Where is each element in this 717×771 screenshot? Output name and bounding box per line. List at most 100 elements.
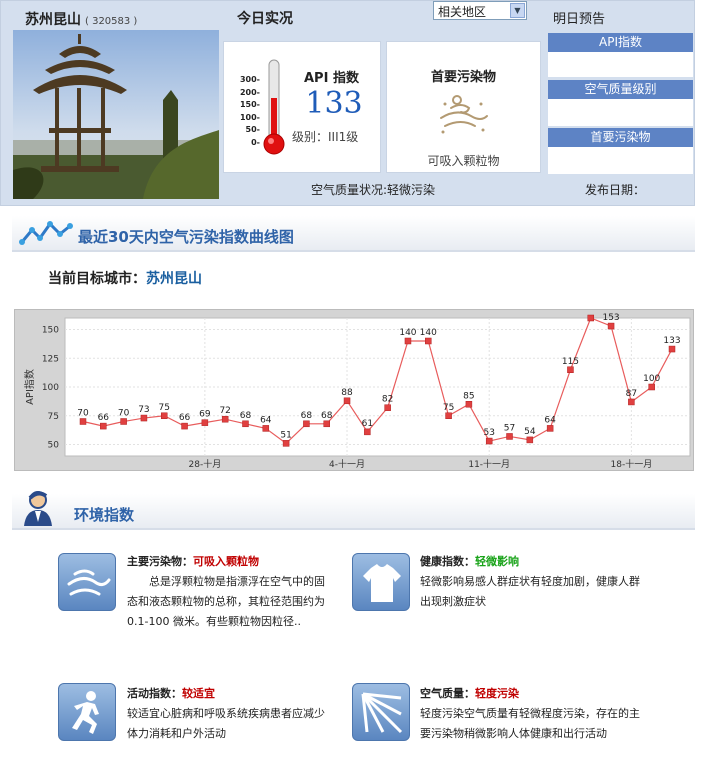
api-line-chart: 50 75 100 125 150 28-十月 4-十一月 11-十一月 18-十一月 API… bbox=[23, 313, 691, 470]
data-label: 68 bbox=[240, 411, 252, 421]
data-point bbox=[404, 337, 412, 345]
y-tick-label: 100 bbox=[42, 383, 59, 393]
data-point bbox=[485, 437, 493, 445]
data-label: 85 bbox=[463, 391, 474, 401]
env-label: 空气质量： bbox=[420, 687, 475, 700]
env-section-title: 环境指数 bbox=[74, 506, 135, 524]
data-point bbox=[445, 412, 452, 419]
env-desc: 较适宜心脏病和呼吸系统疾病患者应减少体力消耗和户外活动 bbox=[127, 707, 325, 740]
data-label: 73 bbox=[138, 405, 149, 415]
tomorrow-api-box: API指数 bbox=[548, 33, 693, 77]
runner-icon bbox=[58, 683, 116, 741]
data-point bbox=[303, 420, 310, 428]
env-value: 轻微影响 bbox=[475, 555, 519, 568]
data-label: 75 bbox=[159, 403, 170, 413]
data-label: 133 bbox=[663, 336, 680, 346]
thermo-tick: 200- bbox=[239, 87, 260, 97]
wind-dust-icon bbox=[58, 553, 116, 611]
today-panel: 苏州昆山 ( 320583 ) 今日实况 相关地区 ▼ 明日预告 300- 200… bbox=[0, 0, 695, 206]
env-desc: 轻度污染空气质量有轻微程度污染，存在的主要污染物稍微影响人体健康和出行活动 bbox=[420, 707, 640, 740]
data-point bbox=[181, 422, 188, 430]
env-desc: 总是浮颗粒物是指漂浮在空气中的固态和液态颗粒物的总称，其粒径范围约为0.1-10… bbox=[127, 575, 325, 628]
data-point bbox=[221, 415, 229, 423]
tshirt-icon bbox=[352, 553, 410, 611]
data-label: 87 bbox=[626, 389, 637, 399]
tomorrow-title: 明日预告 bbox=[553, 12, 606, 27]
data-point bbox=[120, 418, 127, 425]
region-select[interactable]: 相关地区 ▼ bbox=[433, 1, 527, 20]
data-label: 68 bbox=[321, 411, 333, 421]
api-chart-container: 50 75 100 125 150 28-十月 4-十一月 11-十一月 18-十一月 API… bbox=[14, 309, 694, 471]
env-value: 轻度污染 bbox=[475, 687, 519, 700]
tomorrow-level-box: 空气质量级别 bbox=[548, 80, 693, 126]
env-item-activity: 活动指数：较适宜 较适宜心脏病和呼吸系统疾病患者应减少体力消耗和户外活动 bbox=[127, 684, 327, 744]
thermo-tick: 300- bbox=[239, 75, 260, 84]
city-code: ( 320583 ) bbox=[85, 16, 138, 27]
city-label: 苏州昆山 bbox=[25, 12, 81, 28]
target-city-label: 当前目标城市： bbox=[48, 271, 146, 287]
air-status: 空气质量状况:轻微污染 bbox=[311, 183, 436, 197]
data-label: 100 bbox=[643, 374, 660, 384]
env-item-health: 健康指数：轻微影响 轻微影响易感人群症状有轻度加剧，健康人群出现刺激症状 bbox=[420, 552, 650, 612]
env-item-air-quality: 空气质量：轻度污染 轻度污染空气质量有轻微程度污染，存在的主要污染物稍微影响人体… bbox=[420, 684, 640, 744]
data-point bbox=[648, 383, 655, 391]
env-label: 主要污染物： bbox=[127, 555, 193, 568]
chart-section-header: 最近30天内空气污染指数曲线图 bbox=[12, 216, 695, 252]
api-card: 300- 200- 150- 100- 50- 0- API 指数 133 级别… bbox=[223, 41, 381, 173]
data-label: 153 bbox=[602, 313, 619, 323]
env-label: 活动指数： bbox=[127, 687, 182, 700]
pavilion-image bbox=[13, 30, 219, 199]
chart-section-title: 最近30天内空气污染指数曲线图 bbox=[78, 228, 294, 246]
api-label: API 指数 bbox=[304, 71, 359, 86]
env-label: 健康指数： bbox=[420, 555, 475, 568]
city-name: 苏州昆山 ( 320583 ) bbox=[25, 9, 137, 29]
tomorrow-level-header: 空气质量级别 bbox=[548, 80, 693, 99]
api-level: 级别：III1级 bbox=[292, 130, 359, 144]
data-point bbox=[668, 345, 676, 353]
thermo-tick: 100- bbox=[239, 112, 260, 122]
data-label: 51 bbox=[280, 430, 291, 440]
pollutant-card: 首要污染物 可吸入颗粒物 bbox=[386, 41, 541, 173]
data-point bbox=[323, 420, 330, 428]
chevron-down-icon[interactable]: ▼ bbox=[510, 3, 525, 18]
data-label: 57 bbox=[504, 423, 515, 433]
data-point bbox=[567, 366, 574, 373]
env-desc: 轻微影响易感人群症状有轻度加剧，健康人群出现刺激症状 bbox=[420, 575, 640, 608]
y-tick-label: 50 bbox=[48, 441, 60, 451]
data-point bbox=[465, 401, 473, 408]
api-value: 133 bbox=[305, 86, 363, 121]
tomorrow-pollutant-box: 首要污染物 bbox=[548, 128, 693, 174]
tomorrow-api-header: API指数 bbox=[548, 33, 693, 52]
data-label: 88 bbox=[341, 388, 353, 398]
data-label: 72 bbox=[219, 406, 230, 416]
chart-line-icon bbox=[19, 221, 73, 245]
data-label: 69 bbox=[199, 410, 211, 420]
data-point bbox=[140, 414, 148, 422]
env-value: 可吸入颗粒物 bbox=[193, 555, 259, 568]
thermo-tick: 50- bbox=[245, 125, 260, 134]
data-point bbox=[343, 397, 351, 405]
data-point bbox=[201, 419, 209, 426]
thermo-tick: 150- bbox=[239, 100, 260, 109]
data-label: 64 bbox=[260, 415, 272, 425]
data-point bbox=[425, 337, 432, 345]
thermometer-icon bbox=[263, 59, 285, 155]
x-tick-label: 18-十一月 bbox=[611, 458, 653, 470]
sun-rays-icon bbox=[352, 683, 410, 741]
y-axis-label: API指数 bbox=[23, 369, 36, 405]
wind-dust-icon bbox=[440, 95, 488, 134]
data-label: 75 bbox=[443, 403, 454, 413]
today-title: 今日实况 bbox=[237, 11, 293, 27]
data-label: 70 bbox=[118, 409, 130, 419]
data-point bbox=[526, 436, 534, 444]
x-tick-label: 11-十一月 bbox=[468, 458, 510, 470]
data-label: 82 bbox=[382, 395, 393, 405]
data-label: 53 bbox=[483, 428, 494, 438]
env-value: 较适宜 bbox=[182, 687, 215, 700]
data-point bbox=[160, 412, 168, 419]
data-point bbox=[364, 428, 371, 436]
region-select-value: 相关地区 bbox=[438, 5, 487, 19]
data-label: 61 bbox=[362, 419, 373, 429]
pollutant-name: 可吸入颗粒物 bbox=[427, 154, 500, 168]
data-point bbox=[262, 425, 270, 432]
